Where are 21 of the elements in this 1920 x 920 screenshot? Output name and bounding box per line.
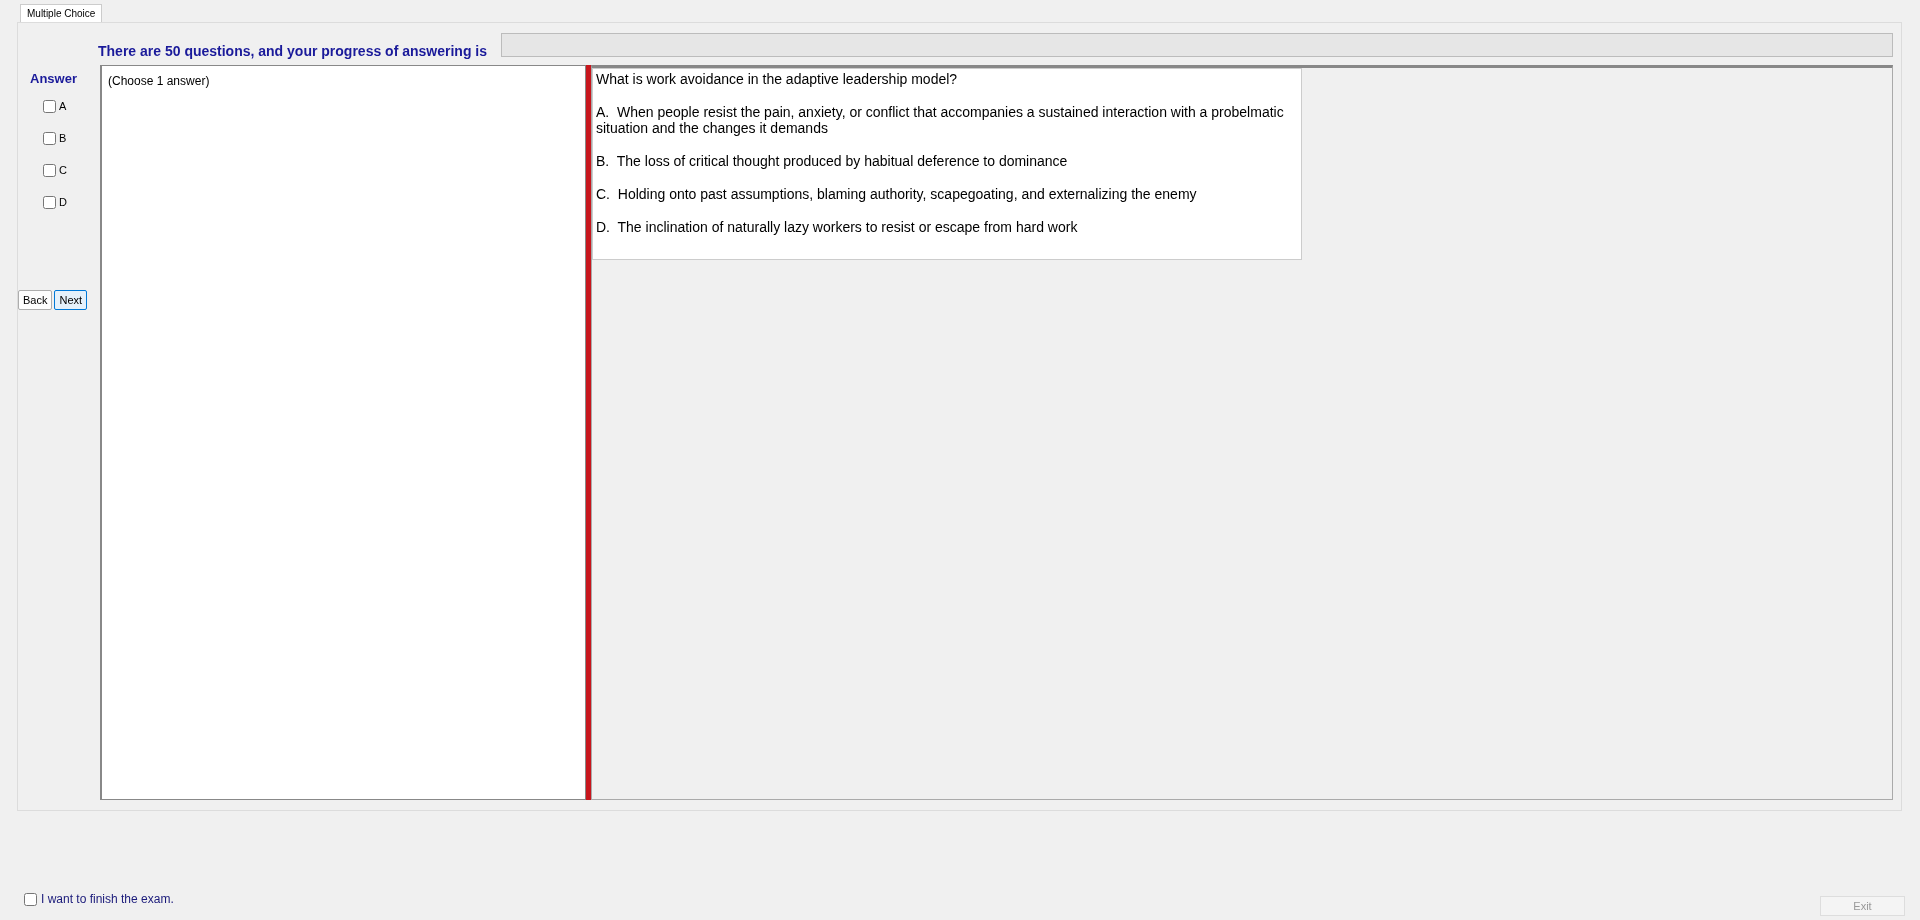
answer-checkbox[interactable] xyxy=(43,195,56,209)
nav-button[interactable]: Back xyxy=(18,290,53,310)
choice-text: B. The loss of critical thought produced by habitual deference to dominance xyxy=(596,153,1069,169)
tab[interactable]: Multiple Choice xyxy=(20,4,103,22)
option-label: B xyxy=(59,132,67,144)
question-text: What is work avoidance in the adaptive leadership model? xyxy=(596,71,959,87)
choice-text: D. The inclination of naturally lazy workers to resist or escape from hard work xyxy=(596,219,1079,235)
option-label: A xyxy=(59,100,67,112)
answer-checkbox[interactable] xyxy=(43,131,56,145)
answer-checkbox[interactable] xyxy=(43,99,56,113)
choice-text: A. When people resist the pain, anxiety, or conflict that accompanies a sustained interaction with a probelmatic situation and the changes it demands xyxy=(596,104,1285,136)
option-label: D xyxy=(59,196,67,208)
hint-text: (Choose 1 answer) xyxy=(108,74,210,88)
finish-checkbox[interactable] xyxy=(24,892,37,906)
finish-label: I want to finish the exam. xyxy=(41,892,174,906)
answer-checkbox[interactable] xyxy=(43,163,56,177)
progress-label: There are 50 questions, and your progress of answering is xyxy=(98,42,487,59)
nav-button[interactable]: Next xyxy=(54,290,88,310)
answer-heading: Answer xyxy=(30,71,77,86)
option-label: C xyxy=(59,164,67,176)
choice-text: C. Holding onto past assumptions, blaming authority, scapegoating, and externalizing the enemy xyxy=(596,186,1198,202)
